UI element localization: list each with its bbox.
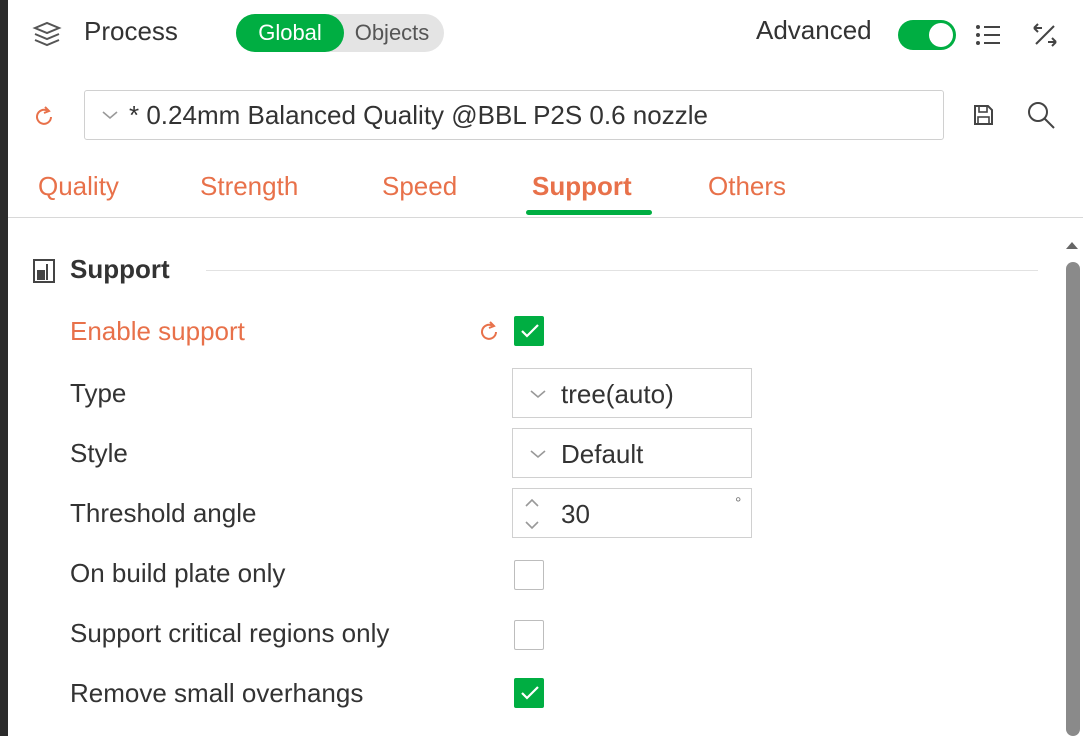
window-left-edge [0, 0, 8, 736]
advanced-label: Advanced [756, 15, 872, 45]
tabs-divider [8, 217, 1083, 218]
preset-name: * 0.24mm Balanced Quality @BBL P2S 0.6 n… [129, 100, 708, 130]
support-icon [33, 259, 55, 283]
layers-icon [32, 21, 62, 47]
build-plate-only-checkbox[interactable] [514, 560, 544, 590]
chevron-down-icon[interactable] [523, 517, 541, 533]
enable-support-checkbox[interactable] [514, 316, 544, 346]
check-icon [521, 324, 539, 338]
process-header: Process Objects Global Advanced [8, 0, 1083, 68]
type-value: tree(auto) [561, 379, 674, 409]
chevron-down-icon [530, 450, 546, 459]
style-label: Style [70, 438, 128, 468]
scope-global-option[interactable]: Global [236, 14, 344, 52]
tab-speed[interactable]: Speed [382, 171, 457, 202]
list-icon[interactable] [974, 22, 1002, 48]
search-icon[interactable] [1026, 100, 1056, 130]
critical-regions-only-label: Support critical regions only [70, 618, 390, 648]
check-icon [521, 686, 539, 700]
type-select[interactable]: tree(auto) [512, 368, 752, 418]
remove-small-overhangs-checkbox[interactable] [514, 678, 544, 708]
threshold-angle-label: Threshold angle [70, 498, 257, 528]
threshold-angle-unit: ° [735, 495, 742, 512]
tab-quality[interactable]: Quality [38, 171, 119, 202]
threshold-angle-input[interactable]: 30 ° [512, 488, 752, 538]
enable-support-label: Enable support [70, 316, 245, 346]
build-plate-only-label: On build plate only [70, 558, 286, 588]
process-panel: Process Objects Global Advanced * 0.24mm… [8, 0, 1083, 736]
scope-toggle[interactable]: Objects Global [236, 14, 444, 52]
tab-support[interactable]: Support [532, 171, 632, 202]
type-label: Type [70, 378, 127, 408]
advanced-toggle[interactable] [898, 20, 956, 50]
scrollbar-thumb[interactable] [1066, 262, 1080, 736]
chevron-up-icon[interactable] [523, 495, 541, 511]
style-value: Default [561, 439, 644, 469]
advanced-toggle-knob [929, 23, 953, 47]
preset-select[interactable]: * 0.24mm Balanced Quality @BBL P2S 0.6 n… [84, 90, 944, 140]
reset-arrow-icon[interactable] [478, 320, 500, 342]
section-title: Support [70, 254, 170, 284]
process-title: Process [84, 16, 178, 46]
style-select[interactable]: Default [512, 428, 752, 478]
remove-small-overhangs-label: Remove small overhangs [70, 678, 364, 708]
section-divider [206, 270, 1038, 271]
tab-others[interactable]: Others [708, 171, 786, 202]
active-tab-indicator [526, 210, 652, 215]
settings-tabs: Quality Strength Speed Support Others [8, 168, 1083, 218]
compare-icon[interactable] [1030, 20, 1060, 50]
scroll-up-arrow-icon[interactable] [1064, 238, 1080, 252]
save-icon[interactable] [972, 103, 994, 127]
chevron-down-icon [530, 390, 546, 399]
tab-strength[interactable]: Strength [200, 171, 298, 202]
reset-arrow-icon[interactable] [32, 104, 56, 128]
critical-regions-only-checkbox[interactable] [514, 620, 544, 650]
scope-objects-option[interactable]: Objects [342, 14, 442, 52]
chevron-down-icon [102, 111, 118, 120]
threshold-angle-value[interactable]: 30 [561, 499, 590, 530]
